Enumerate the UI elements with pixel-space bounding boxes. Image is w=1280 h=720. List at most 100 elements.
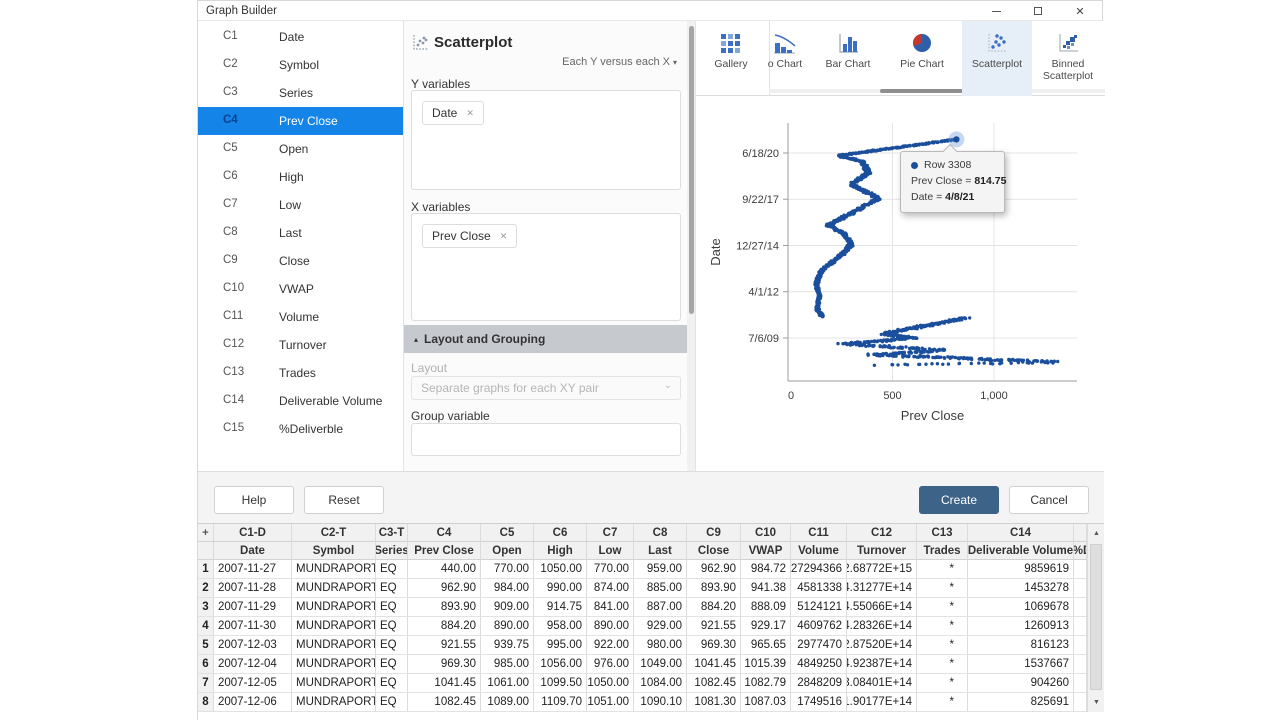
column-name-header[interactable]: %D: [1074, 542, 1087, 560]
table-cell[interactable]: *: [917, 655, 968, 674]
y-variable-chip[interactable]: Date ✕: [422, 101, 484, 125]
table-cell[interactable]: 980.00: [634, 636, 687, 655]
table-cell[interactable]: 969.30: [408, 655, 481, 674]
table-cell[interactable]: 816123: [968, 636, 1074, 655]
table-cell[interactable]: EQ: [376, 636, 408, 655]
row-number[interactable]: 4: [198, 617, 214, 636]
column-row-c4[interactable]: C4Prev Close: [198, 107, 403, 135]
column-name-header[interactable]: Symbol: [292, 542, 376, 560]
table-cell[interactable]: MUNDRAPORT: [292, 674, 376, 693]
table-cell[interactable]: 2.87520E+14: [847, 636, 917, 655]
column-row-c7[interactable]: C7Low: [198, 191, 403, 219]
table-cell[interactable]: [1074, 560, 1087, 579]
column-header-c10[interactable]: C10: [741, 524, 791, 542]
table-cell[interactable]: 4849250: [791, 655, 847, 674]
table-cell[interactable]: 914.75: [534, 598, 587, 617]
column-name-header[interactable]: Deliverable Volume: [968, 542, 1074, 560]
column-row-c8[interactable]: C8Last: [198, 219, 403, 247]
table-cell[interactable]: 440.00: [408, 560, 481, 579]
scroll-down-icon[interactable]: ▼: [1088, 694, 1105, 711]
table-cell[interactable]: *: [917, 617, 968, 636]
table-cell[interactable]: MUNDRAPORT: [292, 560, 376, 579]
table-cell[interactable]: 4.55066E+14: [847, 598, 917, 617]
table-cell[interactable]: 1453278: [968, 579, 1074, 598]
table-cell[interactable]: 1050.00: [534, 560, 587, 579]
table-cell[interactable]: 969.30: [687, 636, 741, 655]
column-name-header[interactable]: Low: [587, 542, 634, 560]
table-cell[interactable]: 976.00: [587, 655, 634, 674]
table-cell[interactable]: *: [917, 674, 968, 693]
table-cell[interactable]: 1260913: [968, 617, 1074, 636]
cancel-button[interactable]: Cancel: [1009, 486, 1089, 514]
table-cell[interactable]: 962.90: [687, 560, 741, 579]
column-row-c3[interactable]: C3Series: [198, 79, 403, 107]
table-cell[interactable]: 1061.00: [481, 674, 534, 693]
column-row-c1[interactable]: C1Date: [198, 23, 403, 51]
table-cell[interactable]: 4.28326E+14: [847, 617, 917, 636]
table-cell[interactable]: 2977470: [791, 636, 847, 655]
table-cell[interactable]: 2007-12-05: [214, 674, 292, 693]
row-number[interactable]: 1: [198, 560, 214, 579]
column-row-c10[interactable]: C10VWAP: [198, 275, 403, 303]
column-row-c14[interactable]: C14Deliverable Volume: [198, 387, 403, 415]
table-cell[interactable]: EQ: [376, 579, 408, 598]
row-number[interactable]: 2: [198, 579, 214, 598]
table-cell[interactable]: 4.31277E+14: [847, 579, 917, 598]
column-name-header[interactable]: Prev Close: [408, 542, 481, 560]
table-cell[interactable]: 985.00: [481, 655, 534, 674]
table-cell[interactable]: 5124121: [791, 598, 847, 617]
group-variable-box[interactable]: [411, 423, 681, 456]
column-name-header[interactable]: Series: [376, 542, 408, 560]
table-cell[interactable]: 958.00: [534, 617, 587, 636]
table-cell[interactable]: 1087.03: [741, 693, 791, 712]
column-header-c4[interactable]: C4: [408, 524, 481, 542]
table-cell[interactable]: 922.00: [587, 636, 634, 655]
table-cell[interactable]: 1749516: [791, 693, 847, 712]
table-cell[interactable]: 890.00: [481, 617, 534, 636]
column-row-c12[interactable]: C12Turnover: [198, 331, 403, 359]
table-cell[interactable]: MUNDRAPORT: [292, 617, 376, 636]
gallery-item-binned-scatterplot[interactable]: Binned Scatterplot: [1032, 21, 1104, 96]
gallery-item-o-chart[interactable]: o Chart: [755, 21, 815, 96]
table-cell[interactable]: MUNDRAPORT: [292, 693, 376, 712]
table-cell[interactable]: EQ: [376, 598, 408, 617]
table-cell[interactable]: 770.00: [587, 560, 634, 579]
table-cell[interactable]: EQ: [376, 617, 408, 636]
table-cell[interactable]: 939.75: [481, 636, 534, 655]
table-cell[interactable]: 990.00: [534, 579, 587, 598]
table-cell[interactable]: 984.72: [741, 560, 791, 579]
table-cell[interactable]: [1074, 579, 1087, 598]
table-cell[interactable]: 1041.45: [687, 655, 741, 674]
table-cell[interactable]: 4.92387E+14: [847, 655, 917, 674]
table-cell[interactable]: 885.00: [634, 579, 687, 598]
table-cell[interactable]: 2007-11-28: [214, 579, 292, 598]
table-cell[interactable]: 1099.50: [534, 674, 587, 693]
column-name-header[interactable]: High: [534, 542, 587, 560]
column-name-header[interactable]: Last: [634, 542, 687, 560]
chip-remove-icon[interactable]: ✕: [500, 231, 508, 242]
column-header-c13[interactable]: C13: [917, 524, 968, 542]
x-variable-chip[interactable]: Prev Close ✕: [422, 224, 517, 248]
column-row-c15[interactable]: C15%Deliverble: [198, 415, 403, 443]
column-header-overflow[interactable]: [1074, 524, 1087, 542]
table-cell[interactable]: MUNDRAPORT: [292, 636, 376, 655]
column-name-header[interactable]: Turnover: [847, 542, 917, 560]
row-number[interactable]: 7: [198, 674, 214, 693]
column-header-c7[interactable]: C7: [587, 524, 634, 542]
table-cell[interactable]: *: [917, 636, 968, 655]
layout-and-grouping-section[interactable]: ▴ Layout and Grouping: [404, 325, 687, 353]
gallery-item-bar-chart[interactable]: Bar Chart: [818, 21, 878, 96]
table-cell[interactable]: 965.65: [741, 636, 791, 655]
column-header-c2-t[interactable]: C2-T: [292, 524, 376, 542]
table-cell[interactable]: 893.90: [687, 579, 741, 598]
table-cell[interactable]: 4609762: [791, 617, 847, 636]
table-cell[interactable]: 9859619: [968, 560, 1074, 579]
row-number[interactable]: 6: [198, 655, 214, 674]
table-cell[interactable]: 1015.39: [741, 655, 791, 674]
table-cell[interactable]: 884.20: [687, 598, 741, 617]
column-row-c5[interactable]: C5Open: [198, 135, 403, 163]
table-cell[interactable]: *: [917, 560, 968, 579]
row-number[interactable]: 3: [198, 598, 214, 617]
table-cell[interactable]: [1074, 617, 1087, 636]
table-cell[interactable]: *: [917, 579, 968, 598]
